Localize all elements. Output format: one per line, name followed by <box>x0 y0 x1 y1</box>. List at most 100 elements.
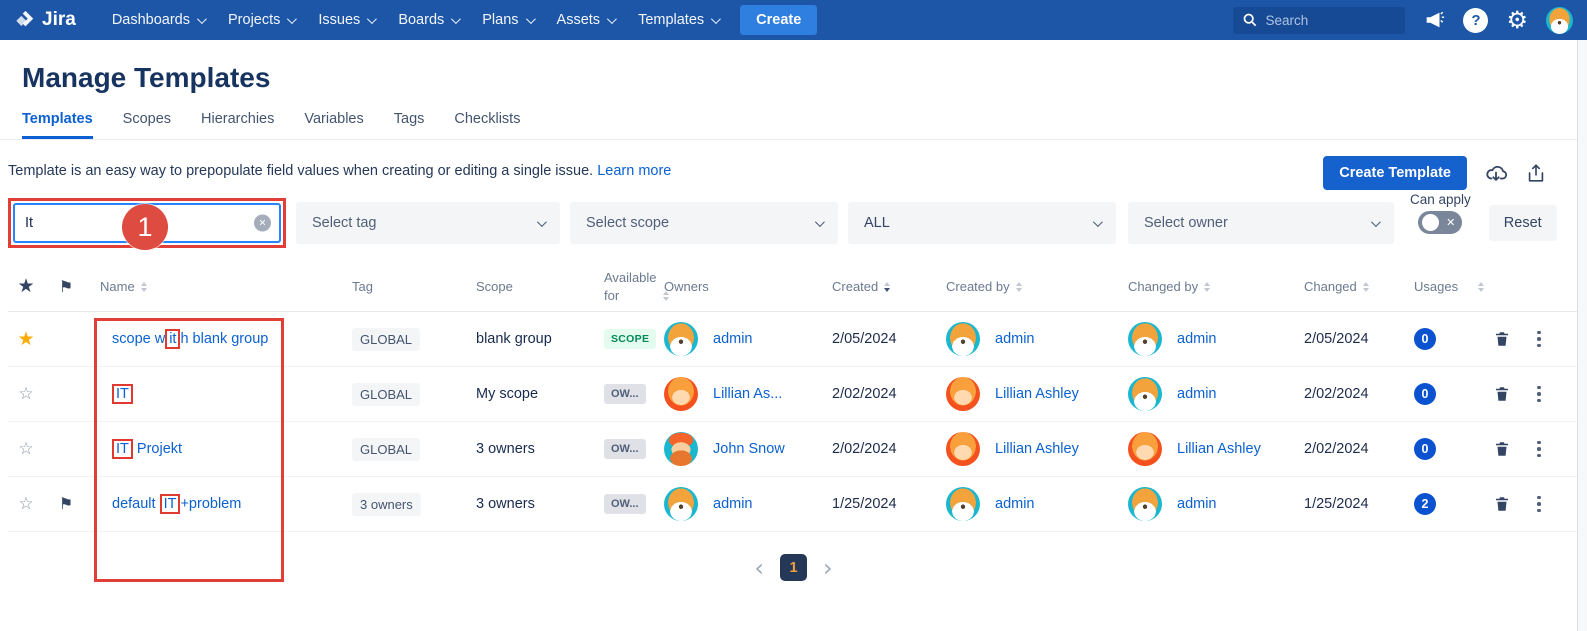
brand-name[interactable]: Jira <box>42 9 76 31</box>
changed-by-link[interactable]: admin <box>1177 331 1217 347</box>
nav-item-assets[interactable]: Assets <box>547 6 625 34</box>
chevron-down-icon <box>815 217 825 227</box>
user-avatar[interactable] <box>1546 7 1573 34</box>
owner-avatar[interactable] <box>664 377 698 411</box>
chevron-down-icon <box>197 14 207 24</box>
nav-menu: Dashboards Projects Issues Boards Plans … <box>102 5 817 35</box>
toolbar-row: Template is an easy way to prepopulate f… <box>0 140 1587 190</box>
changed-by-link[interactable]: admin <box>1177 386 1217 402</box>
row-menu-button[interactable] <box>1524 437 1554 462</box>
header-created-by[interactable]: Created by <box>934 279 1116 294</box>
flag-icon[interactable]: ⚑ <box>44 494 88 514</box>
header-available-for[interactable]: Available for <box>592 269 664 304</box>
create-button[interactable]: Create <box>740 5 817 35</box>
can-apply-toggle[interactable]: ✕ <box>1418 211 1462 234</box>
tab-bar: Templates Scopes Hierarchies Variables T… <box>0 111 1587 140</box>
row-menu-button[interactable] <box>1524 492 1554 517</box>
delete-button[interactable] <box>1480 495 1524 513</box>
template-name-link[interactable]: scope with blank group <box>88 331 340 347</box>
help-icon[interactable]: ? <box>1463 8 1488 33</box>
delete-button[interactable] <box>1480 385 1524 403</box>
changed-by-link[interactable]: admin <box>1177 496 1217 512</box>
tab-checklists[interactable]: Checklists <box>454 111 520 139</box>
star-icon[interactable]: ☆ <box>8 494 44 514</box>
clear-search-icon[interactable]: × <box>254 215 271 232</box>
created-by-link[interactable]: admin <box>995 331 1035 347</box>
star-icon[interactable]: ★ <box>8 328 44 351</box>
usages-badge[interactable]: 0 <box>1414 328 1436 350</box>
tab-hierarchies[interactable]: Hierarchies <box>201 111 274 139</box>
delete-button[interactable] <box>1480 440 1524 458</box>
tab-scopes[interactable]: Scopes <box>123 111 171 139</box>
created-by-avatar[interactable] <box>946 432 980 466</box>
owner-link[interactable]: admin <box>713 496 753 512</box>
header-created[interactable]: Created <box>820 279 934 294</box>
type-dropdown[interactable]: ALL <box>848 202 1116 244</box>
global-search-input[interactable]: Search <box>1233 7 1405 34</box>
star-icon[interactable]: ☆ <box>8 384 44 404</box>
owner-link[interactable]: John Snow <box>713 441 785 457</box>
header-usages[interactable]: Usages <box>1402 279 1480 294</box>
changed-by-avatar[interactable] <box>1128 322 1162 356</box>
owner-link[interactable]: admin <box>713 331 753 347</box>
created-by-avatar[interactable] <box>946 377 980 411</box>
changed-by-avatar[interactable] <box>1128 487 1162 521</box>
created-by-link[interactable]: admin <box>995 496 1035 512</box>
delete-button[interactable] <box>1480 330 1524 348</box>
created-by-avatar[interactable] <box>946 322 980 356</box>
select-scope-dropdown[interactable]: Select scope <box>570 202 838 244</box>
owner-link[interactable]: Lillian As... <box>713 386 782 402</box>
changed-by-link[interactable]: Lillian Ashley <box>1177 441 1261 457</box>
select-owner-dropdown[interactable]: Select owner <box>1128 202 1394 244</box>
owner-avatar[interactable] <box>664 432 698 466</box>
row-menu-button[interactable] <box>1524 327 1554 352</box>
nav-item-templates[interactable]: Templates <box>628 6 728 34</box>
header-changed-by[interactable]: Changed by <box>1116 279 1292 294</box>
created-by-cell: Lillian Ashley <box>934 377 1116 411</box>
tab-variables[interactable]: Variables <box>304 111 363 139</box>
changed-by-avatar[interactable] <box>1128 432 1162 466</box>
megaphone-icon[interactable] <box>1423 9 1445 31</box>
cloud-download-icon[interactable] <box>1484 161 1508 185</box>
prev-page-button[interactable]: ‹ <box>754 556 764 580</box>
learn-more-link[interactable]: Learn more <box>597 163 671 179</box>
template-name-link[interactable]: IT Projekt <box>88 441 340 457</box>
created-by-link[interactable]: Lillian Ashley <box>995 441 1079 457</box>
navbar-right: Search ? ⚙ <box>1233 7 1573 34</box>
nav-item-issues[interactable]: Issues <box>308 6 384 34</box>
nav-item-boards[interactable]: Boards <box>388 6 468 34</box>
jira-logo[interactable]: Jira <box>14 9 76 31</box>
created-by-avatar[interactable] <box>946 487 980 521</box>
select-tag-dropdown[interactable]: Select tag <box>296 202 560 244</box>
created-by-link[interactable]: Lillian Ashley <box>995 386 1079 402</box>
star-column-icon[interactable]: ★ <box>8 275 44 298</box>
page-scrollbar[interactable] <box>1577 40 1587 631</box>
template-name-link[interactable]: IT <box>88 386 340 402</box>
owner-avatar[interactable] <box>664 322 698 356</box>
usages-badge[interactable]: 0 <box>1414 383 1436 405</box>
current-page-button[interactable]: 1 <box>780 554 807 581</box>
usages-badge[interactable]: 2 <box>1414 493 1436 515</box>
usages-cell: 2 <box>1402 493 1480 515</box>
nav-item-projects[interactable]: Projects <box>218 6 304 34</box>
star-icon[interactable]: ☆ <box>8 439 44 459</box>
reset-button[interactable]: Reset <box>1489 205 1557 241</box>
header-changed[interactable]: Changed <box>1292 279 1402 294</box>
nav-item-plans[interactable]: Plans <box>472 6 542 34</box>
template-name-link[interactable]: default IT+problem <box>88 496 340 512</box>
gear-icon[interactable]: ⚙ <box>1506 8 1528 32</box>
next-page-button[interactable]: › <box>823 556 833 580</box>
created-by-cell: admin <box>934 322 1116 356</box>
usages-badge[interactable]: 0 <box>1414 438 1436 460</box>
owner-avatar[interactable] <box>664 487 698 521</box>
create-template-button[interactable]: Create Template <box>1323 156 1467 190</box>
export-icon[interactable] <box>1525 162 1547 184</box>
changed-by-cell: admin <box>1116 322 1292 356</box>
flag-column-icon[interactable]: ⚑ <box>44 277 88 297</box>
changed-by-avatar[interactable] <box>1128 377 1162 411</box>
row-menu-button[interactable] <box>1524 382 1554 407</box>
tab-tags[interactable]: Tags <box>394 111 425 139</box>
nav-item-dashboards[interactable]: Dashboards <box>102 6 214 34</box>
header-name[interactable]: Name <box>88 279 340 294</box>
tab-templates[interactable]: Templates <box>22 111 93 139</box>
